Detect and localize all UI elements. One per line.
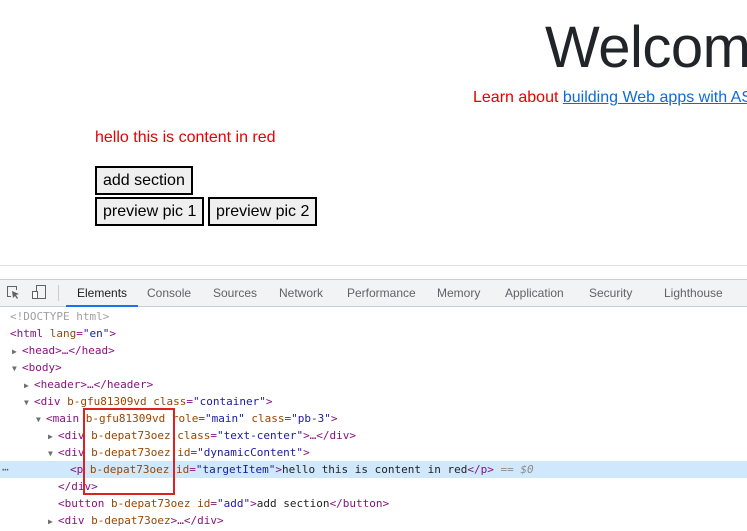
tree-node-button-add[interactable]: <button b-depat73oez id="add">add sectio…	[0, 495, 747, 512]
red-content-paragraph: hello this is content in red	[95, 129, 276, 146]
preview-pic-1-button[interactable]: preview pic 1	[95, 197, 205, 226]
collapse-arrow-icon[interactable]: ▼	[0, 411, 46, 428]
page-heading: Welcome	[545, 15, 747, 80]
tree-node-div-close[interactable]: </div>	[0, 478, 747, 495]
learn-link[interactable]: building Web apps with ASP.NET Core	[563, 89, 747, 106]
learn-about-text: Learn about building Web apps with ASP.N…	[473, 89, 747, 107]
tree-node-doctype[interactable]: <!DOCTYPE html>	[0, 308, 747, 325]
inspect-element-icon[interactable]	[5, 284, 21, 300]
more-options-icon[interactable]: ⋯	[2, 461, 9, 478]
tree-node-div-container[interactable]: ▼ <div b-gfu81309vd class="container">	[0, 393, 747, 410]
collapse-arrow-icon[interactable]: ▼	[0, 394, 34, 411]
tree-node-p-target-selected[interactable]: ⋯ <p b-depat73oez id="targetItem">hello …	[0, 461, 747, 478]
tab-security[interactable]: Security	[589, 280, 632, 306]
tree-node-div-last[interactable]: ▶ <div b-depat73oez>…</div>	[0, 512, 747, 529]
tab-network[interactable]: Network	[279, 280, 323, 306]
tab-memory[interactable]: Memory	[437, 280, 480, 306]
tree-node-header[interactable]: ▶ <header>…</header>	[0, 376, 747, 393]
tab-application[interactable]: Application	[505, 280, 564, 306]
expand-arrow-icon[interactable]: ▶	[0, 513, 58, 530]
devtools-toolbar: Elements Console Sources Network Perform…	[0, 279, 747, 307]
tree-node-main[interactable]: ▼ <main b-gfu81309vd role="main" class="p…	[0, 410, 747, 427]
learn-prefix: Learn about	[473, 89, 563, 106]
tab-elements[interactable]: Elements	[65, 280, 139, 307]
preview-pic-2-button[interactable]: preview pic 2	[208, 197, 318, 226]
tree-node-div-dynamic-content[interactable]: ▼ <div b-depat73oez id="dynamicContent">	[0, 444, 747, 461]
expand-arrow-icon[interactable]: ▶	[0, 343, 22, 360]
collapse-arrow-icon[interactable]: ▼	[0, 445, 58, 462]
tree-node-head[interactable]: ▶ <head>…</head>	[0, 342, 747, 359]
tab-lighthouse[interactable]: Lighthouse	[664, 280, 723, 306]
devtools-panel: Elements Console Sources Network Perform…	[0, 279, 747, 531]
device-toolbar-icon[interactable]	[31, 284, 47, 300]
tab-performance[interactable]: Performance	[347, 280, 416, 306]
add-section-button[interactable]: add section	[95, 166, 193, 195]
tree-node-div-text-center[interactable]: ▶ <div b-depat73oez class="text-center">……	[0, 427, 747, 444]
tree-node-body[interactable]: ▼ <body>	[0, 359, 747, 376]
collapse-arrow-icon[interactable]: ▼	[0, 360, 22, 377]
web-page: Welcome Learn about building Web apps wi…	[0, 0, 747, 265]
tab-console[interactable]: Console	[147, 280, 191, 306]
devtools-divider	[0, 265, 747, 266]
toolbar-divider	[58, 285, 59, 301]
expand-arrow-icon[interactable]: ▶	[0, 377, 34, 394]
expand-arrow-icon[interactable]: ▶	[0, 428, 58, 445]
tree-node-html[interactable]: <html lang="en">	[0, 325, 747, 342]
tab-sources[interactable]: Sources	[213, 280, 257, 306]
